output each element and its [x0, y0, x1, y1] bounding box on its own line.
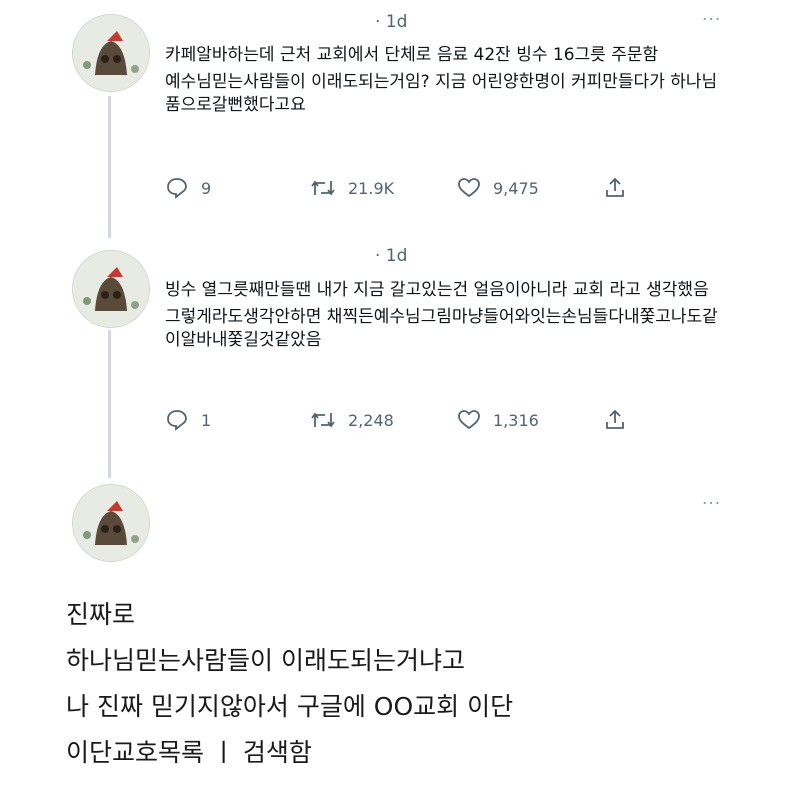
- reply-icon: [167, 410, 187, 431]
- tweet-line: 예수님믿는사람들이 이래도되는거임? 지금 어린양한명이 커피만들다가 하나님품…: [165, 72, 718, 115]
- tweet-line: 그렇게라도생각안하면 채찍든예수님그림마냥들어와잇는손님들다내쫓고나도같이알바내…: [165, 307, 718, 350]
- like-count: 1,316: [493, 410, 539, 430]
- more-options-icon[interactable]: ···: [702, 494, 721, 514]
- avatar-image: [73, 251, 149, 327]
- caption-line: 나 진짜 믿기지않아서 구글에 OO교회 이단: [66, 692, 514, 721]
- avatar[interactable]: [72, 14, 150, 92]
- tweet-text: 카페알바하는데 근처 교회에서 단체로 음료 42잔 빙수 16그릇 주문함 예…: [165, 44, 725, 121]
- avatar[interactable]: [72, 484, 150, 562]
- reply-count: 1: [201, 410, 212, 430]
- retweet-button[interactable]: 2,248: [310, 408, 394, 432]
- share-button[interactable]: [603, 408, 627, 432]
- tweet-timestamp[interactable]: · 1d: [375, 12, 407, 32]
- reply-icon: [167, 178, 187, 199]
- avatar-image: [73, 485, 149, 561]
- more-options-icon[interactable]: ···: [702, 10, 721, 30]
- reply-count: 9: [201, 178, 212, 198]
- like-icon: [458, 178, 480, 198]
- thread-line: [108, 96, 111, 238]
- caption-text: 진짜로 하나님믿는사람들이 이래도되는거냐고 나 진짜 믿기지않아서 구글에 O…: [66, 592, 513, 776]
- retweet-icon: [311, 180, 335, 196]
- caption-line: 하나님믿는사람들이 이래도되는거냐고: [66, 646, 465, 675]
- avatar[interactable]: [72, 250, 150, 328]
- like-button[interactable]: 1,316: [457, 408, 539, 432]
- caption-line: 이단교호목록 ㅣ 검색함: [66, 738, 312, 767]
- tweet-timestamp[interactable]: · 1d: [375, 246, 407, 266]
- share-button[interactable]: [603, 176, 627, 200]
- retweet-icon: [311, 412, 335, 428]
- avatar-image: [73, 15, 149, 91]
- thread-line: [108, 330, 111, 478]
- retweet-button[interactable]: 21.9K: [310, 176, 394, 200]
- tweet-actions: 9 21.9K 9,475: [165, 176, 635, 204]
- reply-button[interactable]: 1: [165, 408, 211, 432]
- tweet-line: 빙수 열그릇째만들땐 내가 지금 갈고있는건 얼음이아니라 교회 라고 생각했음: [165, 280, 709, 300]
- caption-line: 진짜로: [66, 600, 136, 629]
- like-icon: [458, 410, 480, 430]
- share-icon: [606, 409, 624, 429]
- share-icon: [606, 177, 624, 197]
- tweet-actions: 1 2,248 1,316: [165, 408, 635, 436]
- like-button[interactable]: 9,475: [457, 176, 539, 200]
- tweet-text: 빙수 열그릇째만들땐 내가 지금 갈고있는건 얼음이아니라 교회 라고 생각했음…: [165, 279, 725, 356]
- retweet-count: 2,248: [348, 410, 394, 430]
- retweet-count: 21.9K: [348, 178, 395, 198]
- tweet-line: 카페알바하는데 근처 교회에서 단체로 음료 42잔 빙수 16그릇 주문함: [165, 45, 659, 65]
- like-count: 9,475: [493, 178, 539, 198]
- reply-button[interactable]: 9: [165, 176, 211, 200]
